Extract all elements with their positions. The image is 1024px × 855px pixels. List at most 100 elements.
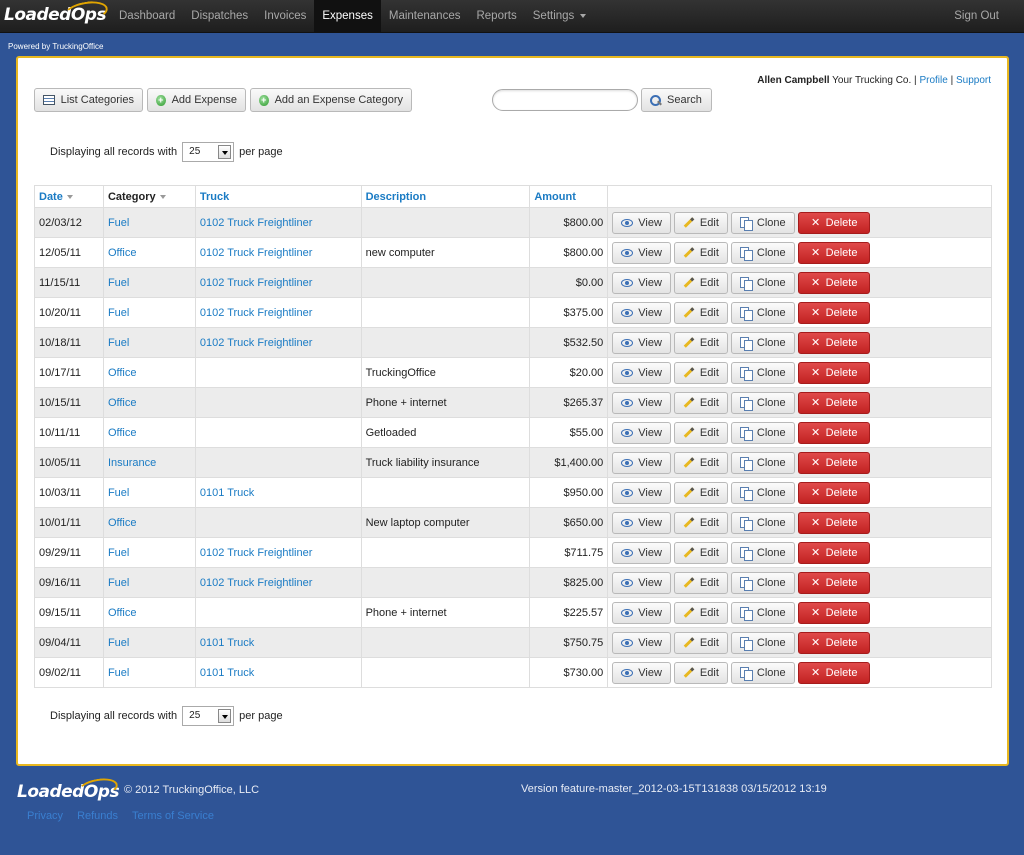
delete-button[interactable]: ✕ Delete xyxy=(797,271,871,294)
edit-button[interactable]: Edit xyxy=(673,481,728,504)
search-input[interactable] xyxy=(492,89,638,111)
truck-link[interactable]: 0101 Truck xyxy=(200,667,254,679)
clone-button[interactable]: Clone xyxy=(730,511,795,534)
delete-button[interactable]: ✕ Delete xyxy=(797,361,871,384)
header-description[interactable]: Description xyxy=(360,185,531,208)
delete-button[interactable]: ✕ Delete xyxy=(797,601,871,624)
truck-link[interactable]: 0102 Truck Freightliner xyxy=(200,307,313,319)
delete-button[interactable]: ✕ Delete xyxy=(797,541,871,564)
clone-button[interactable]: Clone xyxy=(730,301,795,324)
delete-button[interactable]: ✕ Delete xyxy=(797,421,871,444)
category-link[interactable]: Fuel xyxy=(108,547,129,559)
clone-button[interactable]: Clone xyxy=(730,481,795,504)
view-button[interactable]: View xyxy=(612,631,671,654)
category-link[interactable]: Fuel xyxy=(108,307,129,319)
view-button[interactable]: View xyxy=(612,571,671,594)
delete-button[interactable]: ✕ Delete xyxy=(797,631,871,654)
view-button[interactable]: View xyxy=(612,331,671,354)
delete-button[interactable]: ✕ Delete xyxy=(797,391,871,414)
nav-invoices[interactable]: Invoices xyxy=(256,0,314,33)
edit-button[interactable]: Edit xyxy=(673,511,728,534)
header-amount[interactable]: Amount xyxy=(529,185,609,208)
clone-button[interactable]: Clone xyxy=(730,631,795,654)
sign-out-link[interactable]: Sign Out xyxy=(954,0,999,32)
category-link[interactable]: Office xyxy=(108,367,137,379)
view-button[interactable]: View xyxy=(612,451,671,474)
truck-link[interactable]: 0102 Truck Freightliner xyxy=(200,277,313,289)
category-link[interactable]: Fuel xyxy=(108,487,129,499)
category-link[interactable]: Fuel xyxy=(108,277,129,289)
category-link[interactable]: Fuel xyxy=(108,637,129,649)
edit-button[interactable]: Edit xyxy=(673,301,728,324)
delete-button[interactable]: ✕ Delete xyxy=(797,211,871,234)
category-link[interactable]: Office xyxy=(108,247,137,259)
view-button[interactable]: View xyxy=(612,421,671,444)
list-categories-button[interactable]: List Categories xyxy=(34,88,143,112)
view-button[interactable]: View xyxy=(612,241,671,264)
clone-button[interactable]: Clone xyxy=(730,391,795,414)
view-button[interactable]: View xyxy=(612,211,671,234)
truck-link[interactable]: 0101 Truck xyxy=(200,637,254,649)
edit-button[interactable]: Edit xyxy=(673,601,728,624)
edit-button[interactable]: Edit xyxy=(673,391,728,414)
header-truck[interactable]: Truck xyxy=(194,185,362,208)
edit-button[interactable]: Edit xyxy=(673,361,728,384)
header-category[interactable]: Category xyxy=(102,185,196,208)
category-link[interactable]: Fuel xyxy=(108,337,129,349)
truck-link[interactable]: 0102 Truck Freightliner xyxy=(200,337,313,349)
category-link[interactable]: Office xyxy=(108,607,137,619)
nav-reports[interactable]: Reports xyxy=(468,0,524,33)
category-link[interactable]: Fuel xyxy=(108,577,129,589)
nav-dashboard[interactable]: Dashboard xyxy=(111,0,183,33)
view-button[interactable]: View xyxy=(612,661,671,684)
edit-button[interactable]: Edit xyxy=(673,271,728,294)
clone-button[interactable]: Clone xyxy=(730,421,795,444)
clone-button[interactable]: Clone xyxy=(730,661,795,684)
edit-button[interactable]: Edit xyxy=(673,541,728,564)
edit-button[interactable]: Edit xyxy=(673,571,728,594)
category-link[interactable]: Fuel xyxy=(108,217,129,229)
view-button[interactable]: View xyxy=(612,601,671,624)
truck-link[interactable]: 0102 Truck Freightliner xyxy=(200,247,313,259)
delete-button[interactable]: ✕ Delete xyxy=(797,241,871,264)
delete-button[interactable]: ✕ Delete xyxy=(797,301,871,324)
edit-button[interactable]: Edit xyxy=(673,631,728,654)
add-expense-button[interactable]: + Add Expense xyxy=(147,88,246,112)
per-page-select[interactable]: 25 xyxy=(182,142,235,162)
truck-link[interactable]: 0102 Truck Freightliner xyxy=(200,547,313,559)
delete-button[interactable]: ✕ Delete xyxy=(797,451,871,474)
edit-button[interactable]: Edit xyxy=(673,451,728,474)
nav-settings[interactable]: Settings xyxy=(525,0,595,33)
truck-link[interactable]: 0101 Truck xyxy=(200,487,254,499)
add-expense-category-button[interactable]: + Add an Expense Category xyxy=(250,88,412,112)
edit-button[interactable]: Edit xyxy=(673,241,728,264)
delete-button[interactable]: ✕ Delete xyxy=(797,481,871,504)
clone-button[interactable]: Clone xyxy=(730,361,795,384)
clone-button[interactable]: Clone xyxy=(730,241,795,264)
privacy-link[interactable]: Privacy xyxy=(27,810,63,822)
clone-button[interactable]: Clone xyxy=(730,451,795,474)
delete-button[interactable]: ✕ Delete xyxy=(797,511,871,534)
per-page-select[interactable]: 25 xyxy=(182,706,235,726)
category-link[interactable]: Insurance xyxy=(108,457,156,469)
truck-link[interactable]: 0102 Truck Freightliner xyxy=(200,217,313,229)
edit-button[interactable]: Edit xyxy=(673,661,728,684)
terms-link[interactable]: Terms of Service xyxy=(132,810,214,822)
clone-button[interactable]: Clone xyxy=(730,211,795,234)
clone-button[interactable]: Clone xyxy=(730,571,795,594)
edit-button[interactable]: Edit xyxy=(673,421,728,444)
category-link[interactable]: Office xyxy=(108,397,137,409)
profile-link[interactable]: Profile xyxy=(919,75,947,86)
header-date[interactable]: Date xyxy=(34,185,104,208)
search-button[interactable]: Search xyxy=(641,88,712,112)
clone-button[interactable]: Clone xyxy=(730,331,795,354)
delete-button[interactable]: ✕ Delete xyxy=(797,661,871,684)
view-button[interactable]: View xyxy=(612,271,671,294)
view-button[interactable]: View xyxy=(612,301,671,324)
view-button[interactable]: View xyxy=(612,391,671,414)
support-link[interactable]: Support xyxy=(956,75,991,86)
clone-button[interactable]: Clone xyxy=(730,541,795,564)
delete-button[interactable]: ✕ Delete xyxy=(797,571,871,594)
view-button[interactable]: View xyxy=(612,541,671,564)
refunds-link[interactable]: Refunds xyxy=(77,810,118,822)
